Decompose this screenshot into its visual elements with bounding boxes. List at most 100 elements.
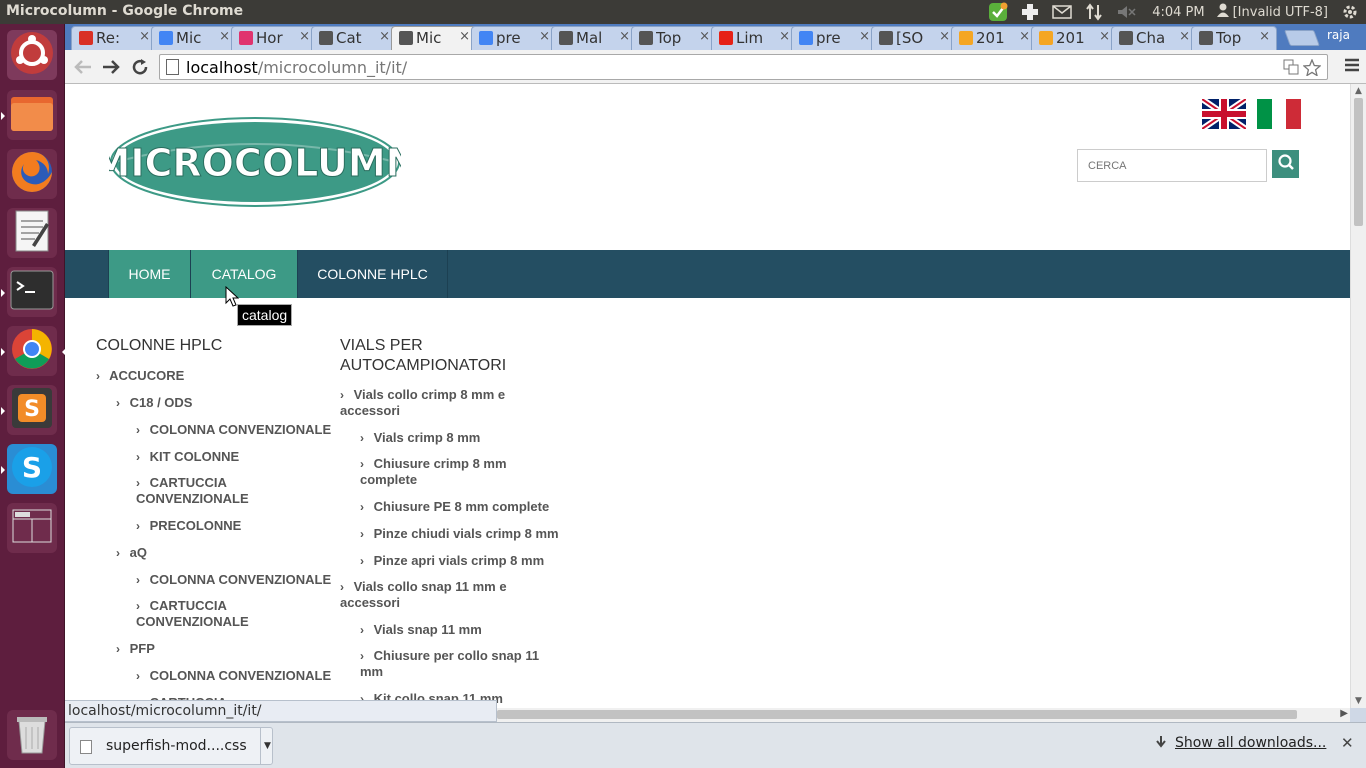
browser-tab[interactable]: Cha × (1111, 26, 1197, 50)
italian-flag-icon[interactable] (1257, 99, 1301, 129)
profile-badge[interactable]: raja (1321, 26, 1356, 44)
tab-close-icon[interactable]: × (1019, 29, 1030, 44)
site-logo[interactable]: MICROCOLUMN (92, 116, 418, 208)
english-flag-icon[interactable] (1200, 96, 1248, 132)
launcher-files[interactable] (1, 90, 57, 140)
show-all-downloads-link[interactable]: Show all downloads... (1175, 735, 1326, 751)
user-menu[interactable]: [Invalid UTF-8] (1216, 3, 1328, 21)
nav-home[interactable]: HOME (108, 250, 191, 298)
mail-icon[interactable] (1052, 2, 1072, 22)
download-item[interactable]: superfish-mod....css ▼ (69, 727, 273, 765)
menu-item-vials-collo-crimp-8mm[interactable]: › Vials collo crimp 8 mm e accessori (340, 387, 505, 419)
gear-icon[interactable] (1340, 2, 1360, 22)
menu-item-pfp[interactable]: › PFP (116, 641, 155, 657)
browser-tab[interactable]: Top × (631, 26, 717, 50)
browser-tab[interactable]: Lim × (711, 26, 797, 50)
tab-close-icon[interactable]: × (1099, 29, 1110, 44)
browser-tab[interactable]: Re: × (71, 26, 157, 50)
new-tab-button[interactable] (1284, 30, 1320, 46)
browser-tab[interactable]: Mic × (151, 26, 237, 50)
tab-close-icon[interactable]: × (699, 29, 710, 44)
address-bar[interactable]: localhost/microcolumn_it/it/ (159, 54, 1328, 80)
network-icon[interactable] (1084, 2, 1104, 22)
tab-close-icon[interactable]: × (619, 29, 630, 44)
launcher-terminal[interactable] (1, 267, 57, 317)
bookmark-star-icon[interactable] (1302, 58, 1322, 80)
menu-item-pinze-chiudi[interactable]: › Pinze chiudi vials crimp 8 mm (360, 526, 559, 542)
horizontal-scroll-thumb[interactable] (497, 710, 1297, 719)
chrome-menu-icon[interactable] (1344, 57, 1360, 78)
volume-muted-icon[interactable] (1116, 2, 1136, 22)
medical-cross-icon[interactable] (1020, 2, 1040, 22)
menu-item-colonna-convenzionale[interactable]: › COLONNA CONVENZIONALE (136, 668, 331, 684)
browser-tab[interactable]: Cat × (311, 26, 397, 50)
nav-catalog[interactable]: CATALOG (191, 250, 298, 298)
browser-tab[interactable]: pre × (791, 26, 877, 50)
launcher-chrome[interactable] (1, 326, 66, 376)
browser-tab[interactable]: [SO × (871, 26, 957, 50)
forward-arrow-icon[interactable] (99, 55, 123, 79)
close-icon[interactable]: ✕ (1341, 734, 1354, 752)
tab-close-icon[interactable]: × (939, 29, 950, 44)
browser-tab[interactable]: Mal × (551, 26, 637, 50)
menu-item-pinze-apri[interactable]: › Pinze apri vials crimp 8 mm (360, 553, 544, 569)
menu-item-precolonne[interactable]: › PRECOLONNE (136, 518, 241, 534)
tab-close-icon[interactable]: × (459, 29, 470, 44)
tab-close-icon[interactable]: × (859, 29, 870, 44)
dash-home-button[interactable] (7, 30, 57, 80)
tab-close-icon[interactable]: × (219, 29, 230, 44)
update-icon[interactable] (988, 2, 1008, 22)
menu-item-accucore[interactable]: › ACCUCORE (96, 368, 184, 384)
menu-item-vials-collo-snap-11mm[interactable]: › Vials collo snap 11 mm e accessori (340, 579, 507, 611)
tab-close-icon[interactable]: × (139, 29, 150, 44)
search-button[interactable] (1272, 150, 1299, 178)
vertical-scrollbar[interactable]: ▲ ▼ (1350, 84, 1366, 708)
tab-title: Mic (176, 29, 202, 47)
menu-item-cartuccia-convenzionale[interactable]: › CARTUCCIA CONVENZIONALE (136, 598, 249, 630)
vertical-scroll-thumb[interactable] (1354, 98, 1363, 226)
launcher-workspaces[interactable] (7, 503, 57, 553)
google-icon (799, 31, 813, 45)
scroll-up-arrow-icon[interactable]: ▲ (1355, 86, 1362, 96)
tab-close-icon[interactable]: × (299, 29, 310, 44)
menu-item-cartuccia-convenzionale[interactable]: › CARTUCCIA CONVENZIONALE (136, 475, 249, 507)
column-title-colonne-hplc[interactable]: COLONNE HPLC (96, 336, 222, 356)
menu-item-aq[interactable]: › aQ (116, 545, 147, 561)
browser-tab[interactable]: 201 × (951, 26, 1037, 50)
column-title-vials[interactable]: VIALS PER AUTOCAMPIONATORI (340, 336, 506, 376)
scroll-right-arrow-icon[interactable]: ▶ (1340, 708, 1348, 719)
browser-tab[interactable]: Mic × (391, 26, 477, 50)
launcher-text-editor[interactable] (7, 208, 57, 258)
menu-item-c18-ods[interactable]: › C18 / ODS (116, 395, 192, 411)
menu-item-vials-snap-11mm[interactable]: › Vials snap 11 mm (360, 622, 482, 638)
menu-item-chiusure-pe-8mm[interactable]: › Chiusure PE 8 mm complete (360, 499, 549, 515)
menu-item-chiusure-collo-snap-11[interactable]: › Chiusure per collo snap 11 mm (360, 648, 539, 680)
menu-item-chiusure-crimp-8mm[interactable]: › Chiusure crimp 8 mm complete (360, 456, 507, 488)
tab-close-icon[interactable]: × (379, 29, 390, 44)
chevron-down-icon[interactable]: ▼ (260, 728, 274, 764)
back-arrow-icon[interactable] (71, 55, 95, 79)
launcher-firefox[interactable] (7, 149, 57, 199)
tab-close-icon[interactable]: × (779, 29, 790, 44)
scroll-down-arrow-icon[interactable]: ▼ (1355, 696, 1362, 706)
tab-close-icon[interactable]: × (1179, 29, 1190, 44)
menu-item-colonna-convenzionale[interactable]: › COLONNA CONVENZIONALE (136, 572, 331, 588)
reload-icon[interactable] (128, 55, 152, 79)
clock[interactable]: 4:04 PM (1152, 5, 1204, 20)
menu-item-colonna-convenzionale[interactable]: › COLONNA CONVENZIONALE (136, 422, 331, 438)
browser-tab[interactable]: Top × (1191, 26, 1277, 50)
browser-tab[interactable]: Hor × (231, 26, 317, 50)
menu-item-vials-crimp-8mm[interactable]: › Vials crimp 8 mm (360, 430, 480, 446)
launcher-trash[interactable] (7, 710, 57, 760)
tab-close-icon[interactable]: × (539, 29, 550, 44)
browser-tab[interactable]: pre × (471, 26, 557, 50)
search-input[interactable] (1078, 150, 1266, 181)
nav-colonne-hplc[interactable]: COLONNE HPLC (298, 250, 448, 298)
translate-icon[interactable] (1283, 59, 1299, 79)
horizontal-scrollbar[interactable]: ▶ (497, 708, 1350, 722)
tab-close-icon[interactable]: × (1259, 29, 1270, 44)
launcher-sublime[interactable]: S (1, 385, 57, 435)
launcher-skype[interactable]: S (1, 444, 57, 494)
browser-tab[interactable]: 201 × (1031, 26, 1117, 50)
menu-item-kit-colonne[interactable]: › KIT COLONNE (136, 449, 239, 465)
